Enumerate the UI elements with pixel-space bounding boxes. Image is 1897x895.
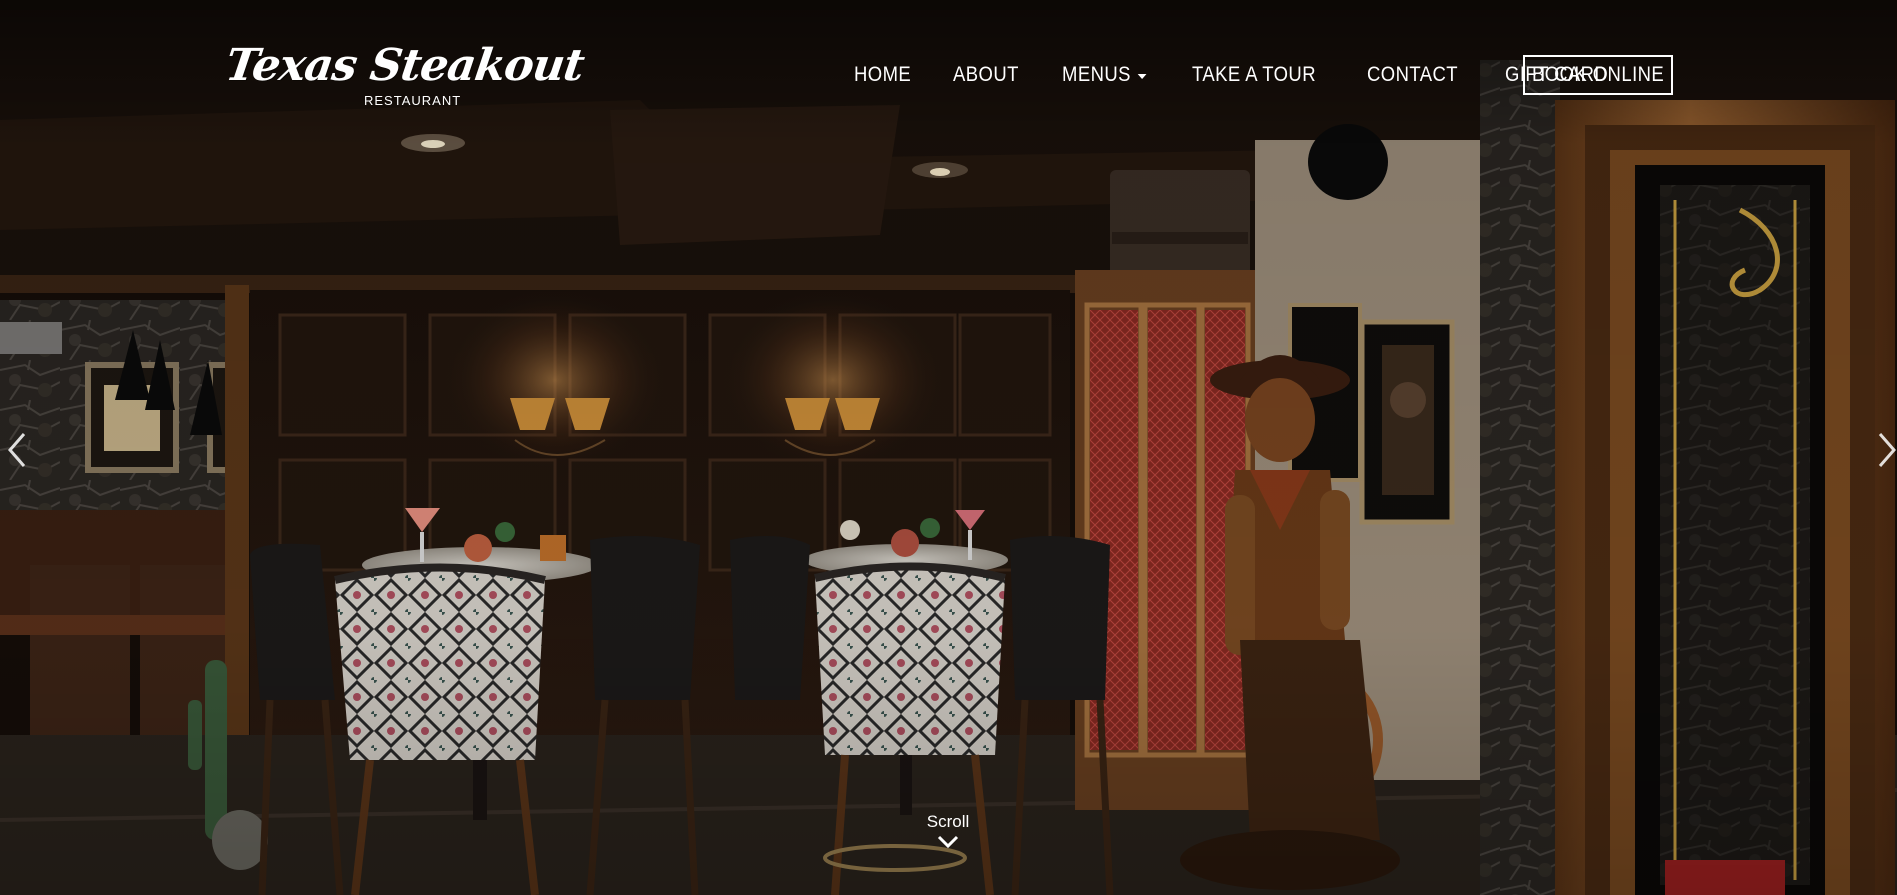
- scroll-indicator[interactable]: Scroll: [908, 812, 988, 850]
- nav-about-label: ABOUT: [953, 63, 1019, 86]
- nav-menus-label: MENUS: [1061, 63, 1131, 86]
- nav-menus[interactable]: MENUS: [1062, 63, 1147, 87]
- hero-section: Texas Steakout RESTAURANT HOME ABOUT MEN…: [0, 0, 1897, 895]
- logo-script-text: Texas Steakout: [222, 40, 587, 91]
- restaurant-interior-image: [0, 0, 1897, 895]
- chevron-right-icon: [1878, 433, 1896, 467]
- logo-subtitle: RESTAURANT: [364, 93, 462, 108]
- carousel-next-button[interactable]: [1872, 428, 1897, 472]
- scroll-label: Scroll: [926, 812, 970, 831]
- nav-take-a-tour-label: TAKE A TOUR: [1192, 63, 1317, 86]
- site-header: Texas Steakout RESTAURANT HOME ABOUT MEN…: [0, 0, 1897, 130]
- chevron-left-icon: [8, 433, 26, 467]
- restaurant-logo[interactable]: Texas Steakout RESTAURANT: [222, 40, 586, 112]
- nav-contact[interactable]: CONTACT: [1367, 63, 1458, 87]
- nav-home-label: HOME: [854, 63, 912, 86]
- book-online-button[interactable]: BOOK ONLINE: [1523, 55, 1673, 95]
- nav-contact-label: CONTACT: [1367, 63, 1459, 86]
- caret-down-icon: [1137, 73, 1147, 79]
- nav-about[interactable]: ABOUT: [953, 63, 1019, 87]
- book-online-label: BOOK ONLINE: [1531, 63, 1665, 86]
- nav-home[interactable]: HOME: [854, 63, 911, 87]
- carousel-prev-button[interactable]: [2, 428, 32, 472]
- chevron-down-icon: [937, 835, 959, 849]
- nav-take-a-tour[interactable]: TAKE A TOUR: [1192, 63, 1316, 87]
